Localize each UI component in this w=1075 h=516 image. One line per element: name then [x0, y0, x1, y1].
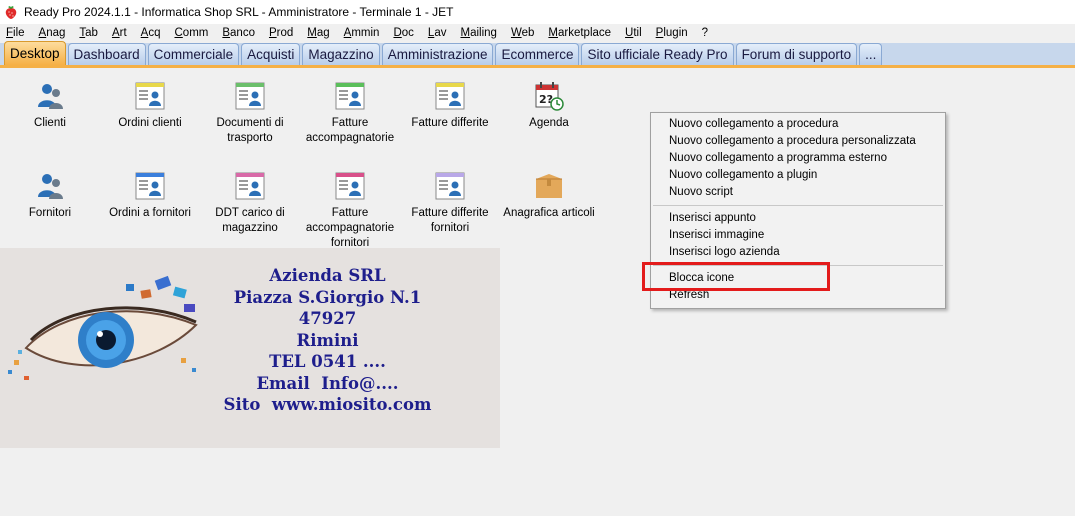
shortcut-label: Fatture differite	[411, 117, 489, 129]
tab-ecommerce[interactable]: Ecommerce	[495, 43, 580, 65]
tab-commerciale[interactable]: Commerciale	[147, 43, 240, 65]
shortcut-clienti[interactable]: Clienti	[0, 80, 100, 131]
company-info: Azienda SRL Piazza S.Giorgio N.1 47927 R…	[215, 265, 440, 416]
document-lilac-icon	[435, 172, 465, 200]
menu-item-nuovo-collegamento-procedura[interactable]: Nuovo collegamento a procedura	[651, 116, 945, 133]
menu-item-nuovo-collegamento-procedura-personalizzata[interactable]: Nuovo collegamento a procedura personali…	[651, 133, 945, 150]
calendar-clock-icon: 2?	[535, 82, 564, 111]
suppliers-icon	[38, 174, 63, 199]
box-icon	[536, 174, 562, 198]
menu-comm[interactable]: Comm	[174, 24, 208, 43]
tab-bar: Desktop Dashboard Commerciale Acquisti M…	[0, 41, 1075, 68]
shortcut-anagrafica-articoli[interactable]: Anagrafica articoli	[499, 170, 599, 221]
title-bar: Ready Pro 2024.1.1 - Informatica Shop SR…	[0, 0, 1075, 24]
menu-banco[interactable]: Banco	[222, 24, 255, 43]
tab-amministrazione[interactable]: Amministrazione	[381, 43, 494, 65]
menu-acq[interactable]: Acq	[141, 24, 161, 43]
shortcut-agenda[interactable]: 2? Agenda	[499, 80, 599, 131]
strawberry-icon	[5, 6, 17, 19]
shortcut-fornitori[interactable]: Fornitori	[0, 170, 100, 221]
shortcut-ordini-fornitori[interactable]: Ordini a fornitori	[100, 170, 200, 221]
shortcut-fatture-differite[interactable]: Fatture differite	[400, 80, 500, 131]
menu-item-inserisci-logo-azienda[interactable]: Inserisci logo azienda	[651, 244, 945, 261]
company-name: Azienda SRL	[269, 266, 386, 285]
menu-lav[interactable]: Lav	[428, 24, 447, 43]
menu-web[interactable]: Web	[511, 24, 534, 43]
shortcut-label: Anagrafica articoli	[503, 207, 595, 219]
menu-item-nuovo-collegamento-programma-esterno[interactable]: Nuovo collegamento a programma esterno	[651, 150, 945, 167]
shortcut-label: Fatture differite fornitori	[411, 207, 489, 234]
menu-prod[interactable]: Prod	[269, 24, 293, 43]
shortcut-fatture-accompagnatorie[interactable]: Fatture accompagnatorie	[300, 80, 400, 146]
tab-more[interactable]: ...	[859, 43, 883, 65]
shortcut-label: Documenti di trasporto	[216, 117, 284, 144]
document-green-icon	[235, 82, 265, 110]
company-address: Piazza S.Giorgio N.1	[233, 287, 422, 307]
menu-item-inserisci-immagine[interactable]: Inserisci immagine	[651, 227, 945, 244]
shortcut-label: Fatture accompagnatorie	[305, 117, 395, 144]
menu-art[interactable]: Art	[112, 24, 127, 43]
menu-mailing[interactable]: Mailing	[460, 24, 496, 43]
company-tel: TEL 0541 ....	[269, 352, 386, 371]
menu-item-nuovo-script[interactable]: Nuovo script	[651, 184, 945, 201]
shortcut-fatture-acc-fornitori[interactable]: Fatture accompagnatorie fornitori	[300, 170, 400, 251]
tab-forum-supporto[interactable]: Forum di supporto	[735, 43, 858, 65]
menu-ammin[interactable]: Ammin	[344, 24, 380, 43]
menu-help[interactable]: ?	[702, 24, 708, 43]
shortcut-label: Agenda	[529, 117, 569, 129]
company-site: Sito www.miosito.com	[223, 395, 432, 414]
menu-doc[interactable]: Doc	[393, 24, 413, 43]
menu-util[interactable]: Util	[625, 24, 642, 43]
tab-desktop[interactable]: Desktop	[4, 41, 66, 65]
document-yellow-icon	[135, 82, 165, 110]
customers-icon	[38, 84, 63, 109]
shortcut-label: Fornitori	[28, 207, 72, 219]
tab-dashboard[interactable]: Dashboard	[67, 43, 146, 65]
document-pink-icon	[335, 172, 365, 200]
menu-separator	[653, 205, 943, 206]
menu-marketplace[interactable]: Marketplace	[548, 24, 611, 43]
shortcut-documenti-trasporto[interactable]: Documenti di trasporto	[200, 80, 300, 146]
document-green-icon	[335, 82, 365, 110]
company-logo-panel: Azienda SRL Piazza S.Giorgio N.1 47927 R…	[0, 248, 500, 448]
shortcut-label: Fatture accompagnatorie fornitori	[305, 207, 395, 249]
highlight-annotation	[642, 262, 830, 291]
company-email: Email Info@....	[256, 373, 399, 393]
document-pink-icon	[235, 172, 265, 200]
menu-plugin[interactable]: Plugin	[656, 24, 688, 43]
menu-item-nuovo-collegamento-plugin[interactable]: Nuovo collegamento a plugin	[651, 167, 945, 184]
menu-tab[interactable]: Tab	[79, 24, 98, 43]
shortcut-label: Ordini a fornitori	[109, 207, 191, 219]
shortcut-label: DDT carico di magazzino	[215, 207, 285, 234]
eye-logo-image	[8, 275, 198, 380]
shortcut-ddt-carico[interactable]: DDT carico di magazzino	[200, 170, 300, 236]
menu-mag[interactable]: Mag	[307, 24, 329, 43]
shortcut-label: Clienti	[34, 117, 66, 129]
document-yellow-icon	[435, 82, 465, 110]
company-city: Rimini	[296, 330, 359, 350]
tab-acquisti[interactable]: Acquisti	[241, 43, 301, 65]
tab-sito-ufficiale[interactable]: Sito ufficiale Ready Pro	[581, 43, 734, 65]
document-blue-icon	[135, 172, 165, 200]
company-cap: 47927	[298, 309, 357, 328]
shortcut-label: Ordini clienti	[118, 117, 182, 129]
menu-item-inserisci-appunto[interactable]: Inserisci appunto	[651, 210, 945, 227]
tab-magazzino[interactable]: Magazzino	[302, 43, 380, 65]
shortcut-ordini-clienti[interactable]: Ordini clienti	[100, 80, 200, 131]
window-title: Ready Pro 2024.1.1 - Informatica Shop SR…	[24, 5, 454, 19]
menu-bar: File Anag Tab Art Acq Comm Banco Prod Ma…	[0, 24, 1075, 43]
shortcut-fatture-diff-fornitori[interactable]: Fatture differite fornitori	[400, 170, 500, 236]
